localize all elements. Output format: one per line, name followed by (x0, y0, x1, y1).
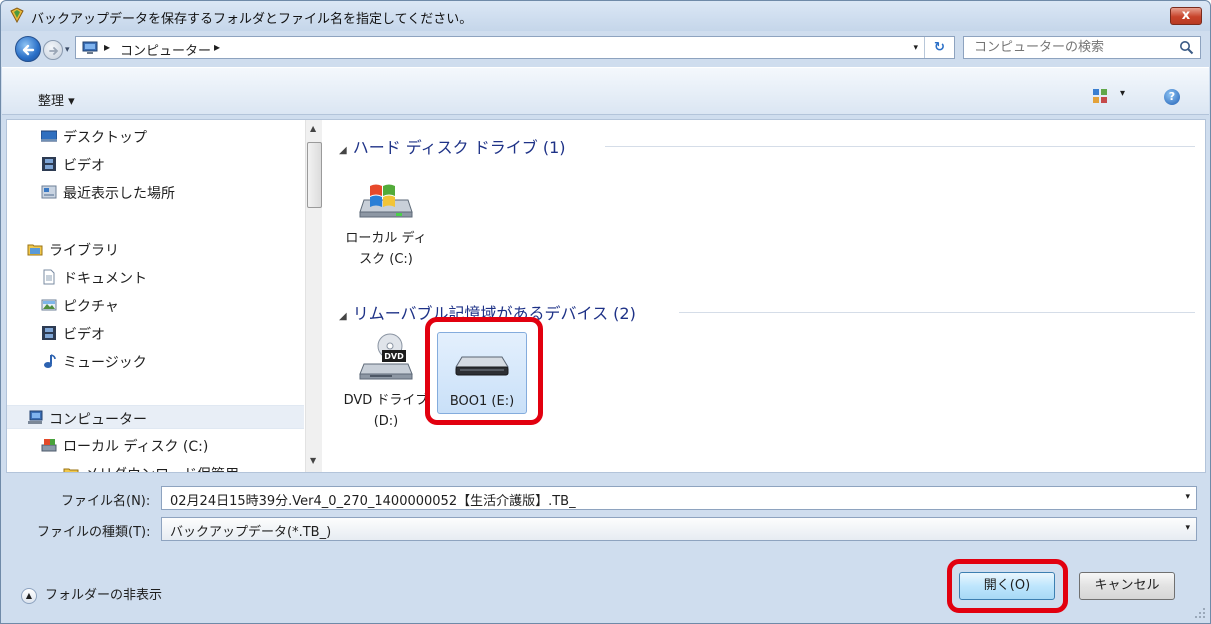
windows-drive-icon (359, 184, 413, 218)
help-icon[interactable]: ? (1164, 89, 1180, 105)
sidebar-item-computer[interactable]: コンピューター (7, 405, 304, 429)
forward-arrow-icon (49, 47, 59, 55)
filetype-select[interactable]: バックアップデータ(*.TB_) ▾ (161, 517, 1197, 541)
scrollbar-thumb[interactable] (307, 142, 322, 208)
sidebar-item-label: 最近表示した場所 (63, 186, 175, 202)
drive-label: BOO1 (E:) (449, 394, 515, 409)
resize-grip-icon[interactable] (1194, 607, 1206, 619)
computer-icon (82, 41, 98, 54)
chevron-up-icon[interactable]: ▲ (21, 587, 37, 604)
sidebar-item-documents[interactable]: ドキュメント (7, 265, 307, 289)
local-disk-icon (41, 439, 57, 452)
sidebar-item-label: ドキュメント (63, 271, 147, 287)
drive-label: ローカル ディスク (C:) (345, 231, 427, 267)
filename-value[interactable]: 02月24日15時39分.Ver4_0_270_1400000052【生活介護版… (170, 494, 576, 509)
window-title: バックアップデータを保存するフォルダとファイル名を指定してください。 (31, 12, 473, 27)
close-button[interactable]: x (1170, 7, 1202, 25)
folder-icon (63, 468, 79, 472)
sidebar-item-video[interactable]: ビデオ (7, 152, 307, 176)
sidebar-item-label: ミュージック (63, 355, 147, 371)
filetype-dropdown-icon[interactable]: ▾ (1185, 523, 1190, 533)
sidebar-item-pictures[interactable]: ピクチャ (7, 293, 307, 317)
removable-drive-icon (455, 356, 509, 376)
search-icon[interactable] (1179, 40, 1194, 55)
view-menu-arrow-icon[interactable]: ▾ (1120, 88, 1125, 99)
desktop-icon (41, 130, 57, 142)
filename-input[interactable]: 02月24日15時39分.Ver4_0_270_1400000052【生活介護版… (161, 486, 1197, 510)
collapse-triangle-icon[interactable]: ◢ (339, 311, 347, 322)
save-dialog-window: バックアップデータを保存するフォルダとファイル名を指定してください。 x ▾ ▸… (0, 0, 1211, 624)
dvd-badge-text: DVD (384, 352, 404, 361)
picture-icon (41, 299, 57, 311)
library-icon (27, 244, 43, 256)
organize-menu[interactable]: 整理 ▾ (38, 90, 75, 109)
address-bar[interactable]: ▸ コンピューター ▸ ▾ ↻ (75, 36, 955, 59)
drive-label: DVD ドライブ (D:) (343, 393, 429, 429)
group-header-hard-disk[interactable]: ◢ ハード ディスク ドライブ (1) (339, 134, 566, 158)
sidebar-item-library[interactable]: ライブラリ (7, 237, 307, 261)
document-icon (43, 269, 55, 285)
address-dropdown-icon[interactable]: ▾ (913, 43, 918, 53)
drive-item-dvd-d[interactable]: DVD DVD ドライブ (D:) (341, 332, 431, 432)
browser-panes: デスクトップ ビデオ 最近表示した場所 ライブラリ ドキュメント ピクチャ ビデ… (6, 119, 1206, 473)
sidebar-item-recent-places[interactable]: 最近表示した場所 (7, 180, 307, 204)
sidebar-item-label: デスクトップ (63, 130, 147, 146)
breadcrumb-computer[interactable]: コンピューター (120, 40, 211, 59)
forward-button[interactable] (43, 40, 63, 60)
refresh-icon[interactable]: ↻ (924, 37, 954, 58)
sidebar-item-music[interactable]: ミュージック (7, 349, 307, 373)
sidebar-item-label: コンピューター (49, 412, 147, 428)
sidebar-item-local-disk[interactable]: ローカル ディスク (C:) (7, 433, 307, 457)
sidebar-item-label: ライブラリ (49, 243, 119, 259)
navigation-pane[interactable]: デスクトップ ビデオ 最近表示した場所 ライブラリ ドキュメント ピクチャ ビデ… (7, 120, 324, 472)
view-grid-icon (1093, 89, 1107, 103)
title-bar[interactable]: バックアップデータを保存するフォルダとファイル名を指定してください。 x (1, 1, 1210, 31)
music-icon (44, 354, 56, 368)
sidebar-item-label: ローカル ディスク (C:) (63, 439, 209, 455)
video-icon (42, 157, 56, 171)
hide-folders-label[interactable]: フォルダーの非表示 (45, 588, 162, 603)
group-header-label: ハード ディスク ドライブ (1) (352, 138, 566, 157)
sidebar-item-label: ビデオ (63, 327, 105, 343)
recent-places-icon (41, 185, 57, 199)
navigation-bar: ▾ ▸ コンピューター ▸ ▾ ↻ (1, 31, 1210, 65)
video-icon (42, 326, 56, 340)
dvd-drive-icon: DVD (359, 333, 413, 380)
change-view-button[interactable]: ▾ (1092, 88, 1132, 106)
recent-pages-dropdown[interactable]: ▾ (65, 45, 70, 55)
drive-item-removable-e[interactable]: BOO1 (E:) (437, 332, 527, 414)
filetype-label: ファイルの種類(T): (37, 525, 151, 540)
sidebar-item-video[interactable]: ビデオ (7, 321, 307, 345)
scroll-up-icon[interactable]: ▲ (310, 124, 316, 133)
collapse-triangle-icon[interactable]: ◢ (339, 145, 347, 156)
filetype-value: バックアップデータ(*.TB_) (170, 525, 332, 540)
breadcrumb-separator[interactable]: ▸ (104, 40, 110, 54)
search-input[interactable] (964, 37, 1174, 58)
command-bar: 整理 ▾ ▾ ? (2, 67, 1209, 115)
search-box[interactable] (963, 36, 1201, 59)
sidebar-item-folder[interactable]: メリダウンロード保管用 (7, 461, 307, 472)
navigation-scrollbar[interactable]: ▲ ▼ (305, 120, 322, 472)
sidebar-item-label: ピクチャ (63, 299, 119, 315)
back-button[interactable] (15, 36, 41, 62)
group-divider (679, 312, 1195, 313)
breadcrumb-separator[interactable]: ▸ (214, 40, 220, 54)
sidebar-item-label: ビデオ (63, 158, 105, 174)
open-button[interactable]: 開く(O) (959, 572, 1055, 600)
hide-folders-toggle[interactable]: ▲ フォルダーの非表示 (21, 584, 162, 604)
group-divider (605, 146, 1195, 147)
scroll-down-icon[interactable]: ▼ (310, 456, 316, 465)
group-header-label: リムーバブル記憶域があるデバイス (2) (352, 304, 636, 323)
group-header-removable[interactable]: ◢ リムーバブル記憶域があるデバイス (2) (339, 300, 636, 324)
app-icon (10, 7, 24, 23)
back-arrow-icon (22, 44, 35, 56)
computer-icon (28, 410, 43, 424)
sidebar-item-desktop[interactable]: デスクトップ (7, 124, 307, 148)
filename-label: ファイル名(N): (61, 494, 151, 509)
drive-item-local-disk-c[interactable]: ローカル ディスク (C:) (341, 180, 431, 270)
filename-dropdown-icon[interactable]: ▾ (1185, 492, 1190, 502)
cancel-button[interactable]: キャンセル (1079, 572, 1175, 600)
sidebar-item-label: メリダウンロード保管用 (85, 464, 239, 472)
content-pane[interactable]: ◢ ハード ディスク ドライブ (1) ローカル ディスク (C:) ◢ リムーバブ… (327, 120, 1205, 472)
